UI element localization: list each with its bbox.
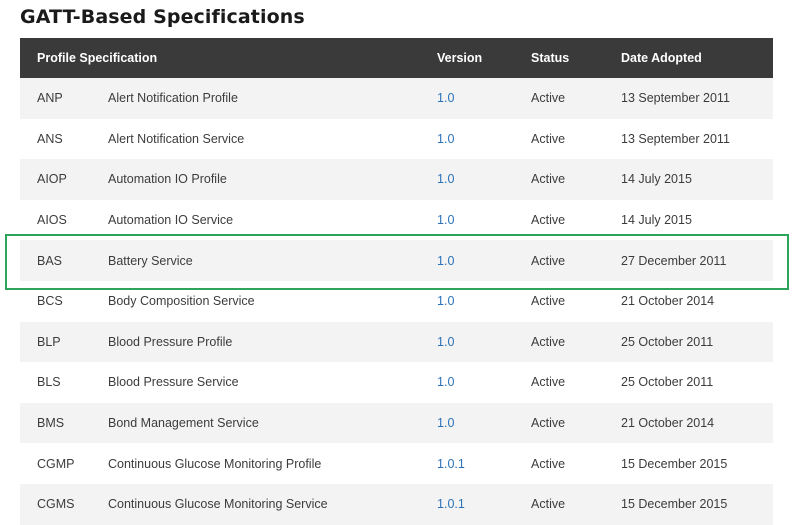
spec-status: Active (531, 334, 566, 349)
version-link[interactable]: 1.0 (437, 416, 454, 430)
spec-status: Active (531, 294, 566, 309)
table-row-highlighted: BAS Battery Service 1.0 Active 27 Decemb… (20, 240, 774, 281)
spec-status: Active (531, 497, 566, 512)
spec-date: 25 October 2011 (621, 334, 714, 349)
column-header-status[interactable]: Status (531, 38, 621, 78)
table-header-row: Profile Specification Version Status Dat… (20, 38, 774, 78)
spec-date: 14 July 2015 (621, 213, 692, 228)
spec-abbreviation: ANP (37, 91, 63, 106)
table-row: CGMS Continuous Glucose Monitoring Servi… (20, 483, 774, 525)
spec-status: Active (531, 456, 566, 471)
spec-status: Active (531, 91, 566, 106)
spec-date: 14 July 2015 (621, 172, 692, 187)
spec-status: Active (531, 213, 566, 228)
spec-name: Blood Pressure Profile (108, 334, 233, 349)
spec-date: 25 October 2011 (621, 375, 714, 390)
version-link[interactable]: 1.0 (437, 375, 454, 389)
spec-name: Continuous Glucose Monitoring Profile (108, 456, 322, 471)
version-link[interactable]: 1.0 (437, 172, 454, 186)
spec-name: Bond Management Service (108, 416, 259, 431)
page-title: GATT-Based Specifications (20, 6, 305, 28)
spec-name: Battery Service (108, 253, 193, 268)
table-row: BCS Body Composition Service 1.0 Active … (20, 280, 774, 322)
version-link[interactable]: 1.0.1 (437, 497, 465, 511)
spec-abbreviation: CGMS (37, 497, 75, 512)
spec-abbreviation: BMS (37, 416, 65, 431)
spec-abbreviation: BCS (37, 294, 63, 309)
version-link[interactable]: 1.0 (437, 91, 454, 105)
spec-name: Automation IO Profile (108, 172, 227, 187)
spec-date: 21 October 2014 (621, 294, 715, 309)
version-link[interactable]: 1.0 (437, 213, 454, 227)
version-link[interactable]: 1.0 (437, 335, 454, 349)
spec-abbreviation: BAS (37, 253, 63, 268)
specifications-table: Profile Specification Version Status Dat… (20, 38, 774, 525)
spec-date: 21 October 2014 (621, 416, 715, 431)
spec-date: 15 December 2015 (621, 456, 728, 471)
column-header-profile[interactable]: Profile Specification (20, 38, 437, 78)
table-row: AIOP Automation IO Profile 1.0 Active 14… (20, 159, 774, 200)
spec-name: Automation IO Service (108, 213, 234, 228)
spec-abbreviation: BLP (37, 334, 61, 349)
table-row: ANP Alert Notification Profile 1.0 Activ… (20, 78, 774, 119)
spec-status: Active (531, 172, 566, 187)
spec-status: Active (531, 131, 566, 146)
spec-date: 13 September 2011 (621, 91, 730, 106)
spec-name: Body Composition Service (108, 294, 255, 309)
spec-status: Active (531, 416, 566, 431)
version-link[interactable]: 1.0 (437, 132, 454, 146)
spec-name: Alert Notification Profile (108, 91, 238, 106)
spec-name: Blood Pressure Service (108, 375, 239, 390)
table-row: BLS Blood Pressure Service 1.0 Active 25… (20, 362, 774, 403)
column-header-date[interactable]: Date Adopted (621, 38, 773, 78)
spec-date: 15 December 2015 (621, 497, 728, 512)
spec-date: 27 December 2011 (621, 253, 727, 268)
spec-abbreviation: BLS (37, 375, 61, 390)
spec-abbreviation: CGMP (37, 456, 75, 471)
column-header-version[interactable]: Version (437, 38, 531, 78)
spec-abbreviation: AIOP (37, 172, 67, 187)
table-row: BLP Blood Pressure Profile 1.0 Active 25… (20, 321, 774, 363)
spec-name: Continuous Glucose Monitoring Service (108, 497, 328, 512)
table-row: ANS Alert Notification Service 1.0 Activ… (20, 118, 774, 160)
spec-name: Alert Notification Service (108, 131, 245, 146)
version-link[interactable]: 1.0 (437, 294, 454, 308)
spec-abbreviation: AIOS (37, 213, 67, 228)
version-link[interactable]: 1.0 (437, 254, 454, 268)
table-row: CGMP Continuous Glucose Monitoring Profi… (20, 443, 774, 484)
version-link[interactable]: 1.0.1 (437, 457, 465, 471)
table-row: AIOS Automation IO Service 1.0 Active 14… (20, 199, 774, 241)
spec-date: 13 September 2011 (621, 131, 730, 146)
spec-abbreviation: ANS (37, 131, 63, 146)
spec-status: Active (531, 253, 566, 268)
table-row: BMS Bond Management Service 1.0 Active 2… (20, 402, 774, 444)
spec-status: Active (531, 375, 566, 390)
